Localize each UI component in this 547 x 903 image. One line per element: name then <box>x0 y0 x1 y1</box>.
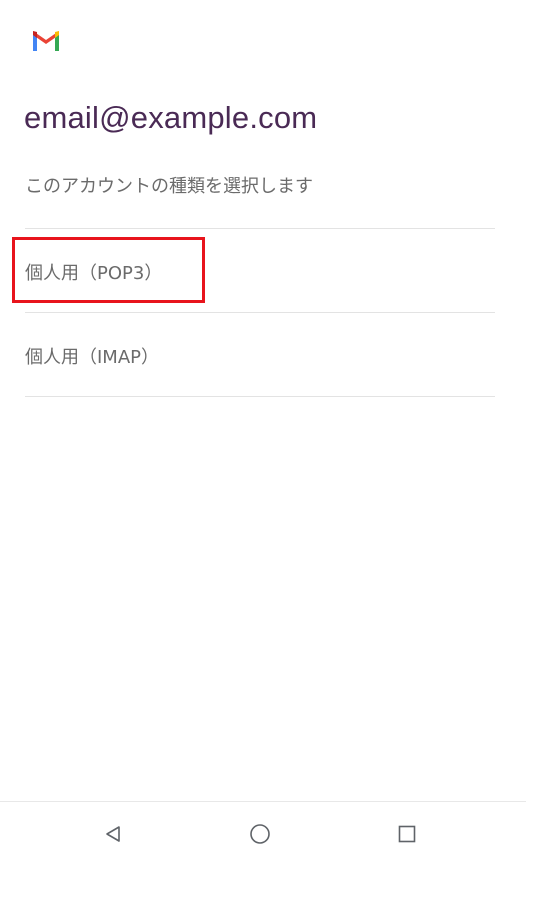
recents-button[interactable] <box>393 820 421 848</box>
account-type-prompt: このアカウントの種類を選択します <box>25 176 313 197</box>
divider-bottom <box>25 396 495 397</box>
highlight-box <box>12 237 205 303</box>
account-email: email@example.com <box>24 100 318 135</box>
circle-home-icon <box>250 824 270 844</box>
triangle-back-icon <box>106 826 120 842</box>
back-button[interactable] <box>99 820 127 848</box>
square-recents-icon <box>398 825 416 843</box>
option-label: 個人用（IMAP） <box>25 347 160 368</box>
navigation-bar <box>0 801 526 903</box>
option-personal-imap[interactable]: 個人用（IMAP） <box>25 313 495 396</box>
home-button[interactable] <box>246 820 274 848</box>
gmail-logo-icon <box>33 31 59 51</box>
